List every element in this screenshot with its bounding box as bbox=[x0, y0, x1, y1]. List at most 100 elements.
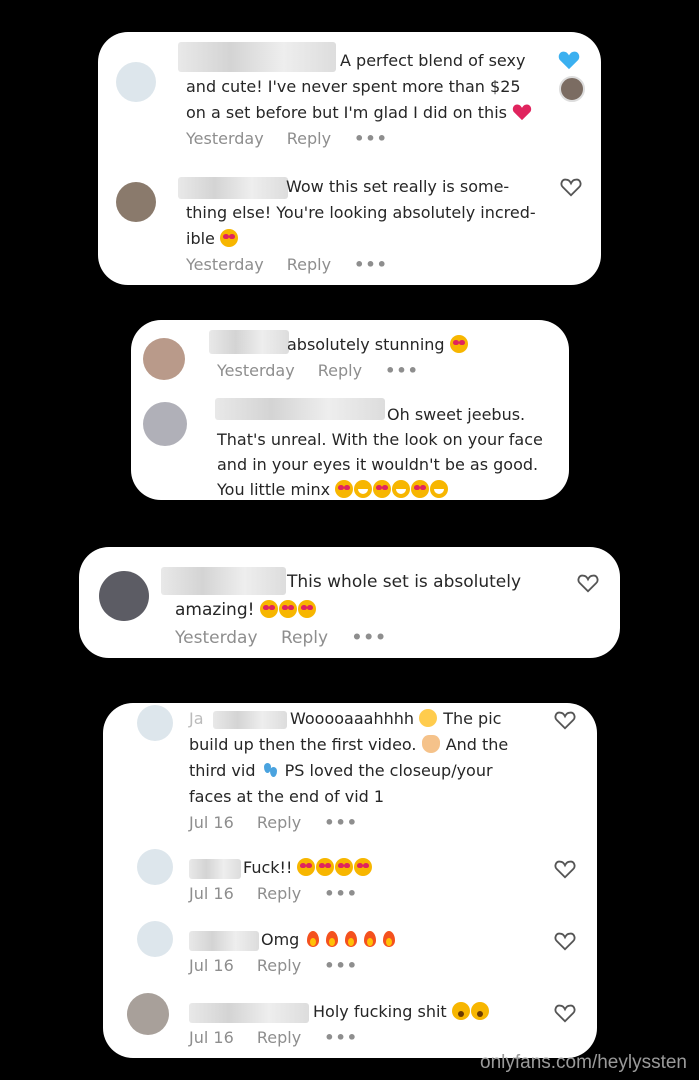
reply-button[interactable]: Reply bbox=[281, 628, 328, 648]
heart-icon[interactable] bbox=[554, 1002, 576, 1024]
reply-button[interactable]: Reply bbox=[257, 884, 301, 903]
heart-icon[interactable] bbox=[560, 176, 582, 198]
comment-meta: Yesterday Reply ••• bbox=[186, 255, 406, 274]
screaming-face-emoji bbox=[451, 1002, 470, 1020]
grin-emoji bbox=[392, 480, 411, 498]
reply-button[interactable]: Reply bbox=[287, 255, 331, 274]
more-options-icon[interactable]: ••• bbox=[324, 813, 358, 832]
avatar[interactable] bbox=[137, 705, 173, 741]
comment-text: Holy fucking shit bbox=[313, 999, 490, 1025]
comment-text: ible bbox=[186, 226, 239, 252]
heart-eyes-emoji bbox=[335, 480, 354, 498]
creator-avatar bbox=[559, 76, 585, 102]
more-options-icon[interactable]: ••• bbox=[324, 884, 358, 903]
timestamp: Yesterday bbox=[175, 628, 258, 648]
comment-text: faces at the end of vid 1 bbox=[189, 787, 385, 806]
comment-text: Wooooaaahhhh The pic bbox=[290, 709, 502, 728]
comment-meta: Jul 16 Reply ••• bbox=[189, 884, 376, 903]
heart-eyes-emoji bbox=[297, 858, 316, 876]
comment-text: Wow this set really is some- bbox=[286, 177, 510, 196]
comment-card-3: This whole set is absolutely amazing! Ye… bbox=[79, 547, 620, 658]
heart-icon[interactable] bbox=[554, 858, 576, 880]
grin-emoji bbox=[430, 480, 449, 498]
more-options-icon[interactable]: ••• bbox=[351, 628, 387, 648]
avatar[interactable] bbox=[137, 921, 173, 957]
comment-meta: Jul 16 Reply ••• bbox=[189, 813, 376, 832]
comment-text: third vid PS loved the closeup/your bbox=[189, 761, 493, 780]
comment-text: on a set before but I'm glad I did on th… bbox=[186, 100, 532, 126]
watermark: onlyfans.com/heylyssten bbox=[480, 1052, 687, 1073]
heart-icon[interactable] bbox=[554, 930, 576, 952]
comment-text: and cute! I've never spent more than $25 bbox=[186, 77, 521, 96]
reply-button[interactable]: Reply bbox=[257, 956, 301, 975]
avatar[interactable] bbox=[116, 62, 156, 102]
comment-card-1: A perfect blend of sexy and cute! I've n… bbox=[98, 32, 601, 285]
fire-emoji bbox=[342, 930, 360, 948]
more-options-icon[interactable]: ••• bbox=[354, 129, 388, 148]
username-redacted bbox=[178, 177, 288, 199]
username-redacted bbox=[178, 42, 336, 72]
timestamp: Jul 16 bbox=[189, 884, 234, 903]
comment-card-2: absolutely stunning Yesterday Reply ••• … bbox=[131, 320, 569, 500]
sweat-droplets-emoji bbox=[261, 761, 279, 779]
comment-text: Oh sweet jeebus. bbox=[387, 405, 526, 424]
grin-emoji bbox=[354, 480, 373, 498]
timestamp: Jul 16 bbox=[189, 813, 234, 832]
heart-eyes-emoji bbox=[297, 600, 316, 618]
username-redacted bbox=[161, 567, 286, 595]
comment-text: absolutely stunning bbox=[287, 332, 469, 358]
comment-text: This whole set is absolutely bbox=[287, 572, 522, 592]
more-options-icon[interactable]: ••• bbox=[324, 1028, 358, 1047]
fire-emoji bbox=[361, 930, 379, 948]
avatar[interactable] bbox=[99, 571, 149, 621]
timestamp: Yesterday bbox=[217, 361, 295, 380]
username-redacted bbox=[189, 931, 259, 951]
username-redacted bbox=[215, 398, 385, 420]
comment-meta: Jul 16 Reply ••• bbox=[189, 956, 376, 975]
timestamp: Yesterday bbox=[186, 129, 264, 148]
reply-button[interactable]: Reply bbox=[257, 813, 301, 832]
heart-eyes-emoji bbox=[373, 480, 392, 498]
heart-icon[interactable] bbox=[577, 572, 599, 594]
reply-button[interactable]: Reply bbox=[318, 361, 362, 380]
username-redacted bbox=[189, 859, 241, 879]
reply-button[interactable]: Reply bbox=[257, 1028, 301, 1047]
comment-card-4: Ja Wooooaaahhhh The pic build up then th… bbox=[103, 703, 597, 1058]
comment-meta: Jul 16 Reply ••• bbox=[189, 1028, 376, 1047]
heart-eyes-emoji bbox=[219, 229, 238, 247]
more-options-icon[interactable]: ••• bbox=[324, 956, 358, 975]
avatar[interactable] bbox=[127, 993, 169, 1035]
username-redacted bbox=[189, 1003, 309, 1023]
heart-eyes-emoji bbox=[411, 480, 430, 498]
comment-text: You little minx bbox=[217, 477, 449, 503]
username-redacted bbox=[213, 711, 287, 729]
fire-emoji bbox=[304, 930, 322, 948]
comment-meta: Yesterday Reply ••• bbox=[217, 361, 437, 380]
more-options-icon[interactable]: ••• bbox=[385, 361, 419, 380]
red-heart-emoji bbox=[512, 104, 532, 121]
comment-text: That's unreal. With the look on your fac… bbox=[217, 430, 543, 449]
avatar[interactable] bbox=[143, 402, 187, 446]
timestamp: Jul 16 bbox=[189, 956, 234, 975]
comment-meta: Yesterday Reply ••• bbox=[186, 129, 406, 148]
comment-text: and in your eyes it wouldn't be as good. bbox=[217, 455, 539, 474]
avatar[interactable] bbox=[137, 849, 173, 885]
comment-meta: Yesterday Reply ••• bbox=[175, 628, 405, 648]
avatar[interactable] bbox=[143, 338, 185, 380]
heart-icon[interactable] bbox=[554, 709, 576, 731]
liked-heart-icon[interactable] bbox=[558, 49, 580, 71]
comment-text: A perfect blend of sexy bbox=[340, 51, 526, 70]
comment-text: Omg bbox=[261, 927, 399, 953]
mind-blown-emoji bbox=[419, 709, 438, 727]
heart-eyes-emoji bbox=[278, 600, 297, 618]
reply-button[interactable]: Reply bbox=[287, 129, 331, 148]
fire-emoji bbox=[380, 930, 398, 948]
fire-emoji bbox=[323, 930, 341, 948]
screaming-face-emoji bbox=[470, 1002, 489, 1020]
timestamp: Jul 16 bbox=[189, 1028, 234, 1047]
comment-text: Fuck!! bbox=[243, 855, 373, 881]
comment-text: amazing! bbox=[175, 597, 317, 623]
heart-eyes-emoji bbox=[259, 600, 278, 618]
more-options-icon[interactable]: ••• bbox=[354, 255, 388, 274]
avatar[interactable] bbox=[116, 182, 156, 222]
